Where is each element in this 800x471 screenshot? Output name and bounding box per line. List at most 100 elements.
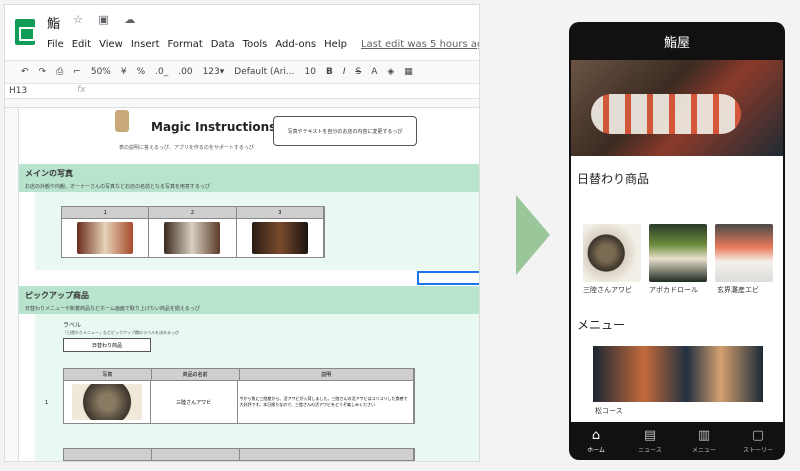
sushi-photo-thumb[interactable] (77, 222, 134, 254)
item-label-shrimp[interactable]: 玄界灘産エビ (717, 286, 777, 295)
star-folder-cloud-icon[interactable]: ☆ ▣ ☁ (73, 13, 141, 26)
screenshot-stage: 鮨 ☆ ▣ ☁ File Edit View Insert Format Dat… (0, 0, 800, 471)
item-label-abalone[interactable]: 三陸さんアワビ (583, 286, 643, 295)
col-name: 商品の名前 (152, 369, 240, 380)
pickup-table: 写真 商品の名前 説明 三陸さんアワビ 今から魚に三陸産から、活アワビが入荷しま… (63, 368, 415, 424)
nav-news[interactable]: ▤ ニュース (623, 422, 677, 460)
nav-home[interactable]: ⌂ ホーム (569, 422, 623, 460)
avocado-roll-item-image[interactable] (649, 224, 707, 282)
pickup-table-next (63, 448, 415, 461)
menu-insert[interactable]: Insert (131, 39, 160, 50)
font-select[interactable]: Default (Ari... (234, 67, 294, 77)
selected-cell[interactable] (417, 271, 479, 285)
undo-icon[interactable]: ↶ (21, 67, 29, 77)
sheet-grid[interactable]: Magic Instructions 表の説明に答えるっぴ、アプリを作るのをサポ… (19, 108, 479, 461)
doc-title[interactable]: 鮨 (47, 13, 60, 32)
phone-preview: 鮨屋 日替わり商品 三陸さんアワビ アボカドロール 玄界灘産エビ メニュー 松コ… (569, 22, 785, 460)
last-edit-link[interactable]: Last edit was 5 hours ago (361, 39, 479, 50)
strikethrough-button[interactable]: S (355, 67, 361, 77)
print-icon[interactable]: ⎙ (56, 67, 63, 77)
borders-icon[interactable]: ▦ (404, 67, 413, 77)
menu-help[interactable]: Help (324, 39, 347, 50)
percent-button[interactable]: % (137, 67, 146, 77)
menu-tools[interactable]: Tools (243, 39, 268, 50)
col-photo-3: 3 (237, 207, 324, 218)
col-desc: 説明 (240, 369, 414, 380)
main-photo-table: 1 2 3 (61, 206, 325, 258)
cell-reference[interactable]: H13 (9, 86, 27, 96)
nav-story[interactable]: ▢ ストーリー (731, 422, 785, 460)
label-field-hint: 「日替わりメニュー」などピックアップ欄のラベルを決めるっぴ (63, 330, 179, 335)
item-label-avocado[interactable]: アボカドロール (649, 286, 709, 295)
fill-color-icon[interactable]: ◈ (387, 67, 394, 77)
sheets-logo-icon[interactable] (15, 19, 35, 45)
decrease-decimal-button[interactable]: .0_ (155, 67, 168, 77)
story-icon: ▢ (751, 427, 765, 443)
nav-label-menu: メニュー (691, 446, 716, 454)
column-headers[interactable] (5, 99, 479, 108)
abalone-item-image[interactable] (583, 224, 641, 282)
menu-icon: ▥ (697, 427, 711, 443)
row-item-name[interactable]: 三陸さんアワビ (151, 381, 238, 423)
photo-table-header: 1 2 3 (62, 207, 324, 219)
daily-section-title: 日替わり商品 (577, 172, 650, 186)
section-panel-pickup: ラベル 「日替わりメニュー」などピックアップ欄のラベルを決めるっぴ 日替わり商品… (35, 314, 479, 461)
pickup-table-row: 三陸さんアワビ 今から魚に三陸産から、活アワビが入荷しました。三陸さんの活アワビ… (64, 381, 414, 423)
section-desc-pickup: 日替わりメニューや新着商品などホーム画面で取り上げたい商品を揃えるっぴ (25, 306, 200, 312)
chef-photo-thumb[interactable] (164, 222, 221, 254)
banner-subtitle: 表の説明に答えるっぴ、アプリを作るのをサポートするっぴ (119, 145, 254, 151)
app-content: 日替わり商品 三陸さんアワビ アボカドロール 玄界灘産エビ メニュー 松コース (571, 156, 783, 422)
news-icon: ▤ (643, 427, 657, 443)
fx-icon: fx (77, 85, 86, 95)
section-desc-main: お店の外観や内観、オーナーさんの写真などお店の名前となる写真を用意するっぴ (25, 184, 210, 190)
hero-image (571, 60, 783, 156)
home-icon: ⌂ (591, 427, 601, 443)
currency-button[interactable]: ¥ (121, 67, 127, 77)
label-field-title: ラベル (63, 322, 82, 329)
zoom-select[interactable]: 50% (91, 67, 111, 77)
menu-bar: File Edit View Insert Format Data Tools … (47, 39, 479, 50)
section-label-pickup: ピックアップ商品 (25, 291, 89, 300)
menu-addons[interactable]: Add-ons (275, 39, 316, 50)
next-col-2 (152, 449, 240, 460)
col-photo-2: 2 (149, 207, 237, 218)
row-item-desc[interactable]: 今から魚に三陸産から、活アワビが入荷しました。三陸さんの活アワビはコリコリした食… (238, 381, 414, 423)
section-band-pickup: ピックアップ商品 日替わりメニューや新着商品などホーム画面で取り上げたい商品を揃… (19, 286, 479, 314)
italic-button[interactable]: I (343, 67, 346, 77)
abalone-photo-thumb[interactable] (71, 384, 142, 420)
text-color-button[interactable]: A (371, 67, 377, 77)
nav-label-home: ホーム (587, 446, 605, 454)
col-photo: 写真 (64, 369, 152, 380)
nav-menu[interactable]: ▥ メニュー (677, 422, 731, 460)
shrimp-item-image[interactable] (715, 224, 773, 282)
nav-label-news: ニュース (638, 446, 662, 454)
formula-bar: H13 fx (5, 84, 479, 99)
number-format-select[interactable]: 123▾ (203, 67, 225, 77)
menu-format[interactable]: Format (168, 39, 203, 50)
font-size-select[interactable]: 10 (304, 67, 315, 77)
mascot-icon (115, 110, 129, 132)
toolbar: ↶ ↷ ⎙ ⌐ 50% ¥ % .0_ .00 123▾ Default (Ar… (5, 60, 479, 84)
paint-format-icon[interactable]: ⌐ (73, 67, 81, 77)
row-number: 1 (45, 400, 49, 406)
spreadsheet-window: 鮨 ☆ ▣ ☁ File Edit View Insert Format Dat… (4, 4, 480, 462)
label-value-cell[interactable]: 日替わり商品 (63, 338, 151, 352)
course-label[interactable]: 松コース (595, 406, 623, 416)
menu-section-title: メニュー (577, 318, 626, 332)
row-headers[interactable] (5, 108, 19, 461)
interior-photo-thumb[interactable] (251, 222, 308, 254)
spreadsheet-titlebar: 鮨 ☆ ▣ ☁ File Edit View Insert Format Dat… (5, 5, 479, 60)
section-panel-main: 1 2 3 (35, 192, 479, 270)
menu-data[interactable]: Data (211, 39, 235, 50)
menu-edit[interactable]: Edit (72, 39, 91, 50)
menu-file[interactable]: File (47, 39, 64, 50)
increase-decimal-button[interactable]: .00 (178, 67, 192, 77)
redo-icon[interactable]: ↷ (39, 67, 47, 77)
bottom-nav: ⌂ ホーム ▤ ニュース ▥ メニュー ▢ ストーリー (569, 422, 785, 460)
course-image[interactable] (593, 346, 763, 402)
menu-view[interactable]: View (99, 39, 123, 50)
bold-button[interactable]: B (326, 67, 333, 77)
next-col-1 (64, 449, 152, 460)
transform-arrow-icon (516, 195, 550, 275)
section-label-main: メインの写真 (25, 169, 73, 178)
